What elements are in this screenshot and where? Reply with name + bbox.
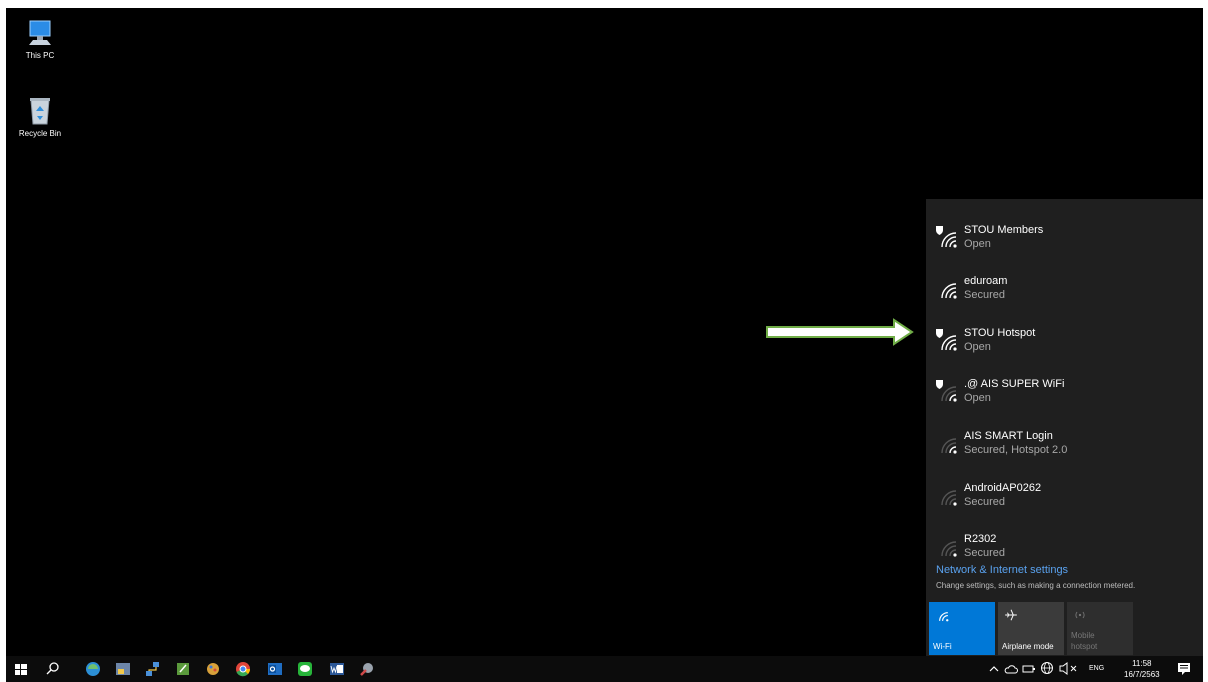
clock[interactable]: 11:58 16/7/2563	[1124, 658, 1160, 680]
wifi-icon	[939, 612, 949, 622]
network-status: Open	[964, 392, 991, 404]
this-pc-desktop-icon[interactable]: This PC	[10, 18, 70, 60]
network-settings-link[interactable]: Network & Internet settings	[936, 564, 1068, 576]
word-icon[interactable]	[328, 660, 346, 678]
network-name: AIS SMART Login	[964, 430, 1053, 442]
network-name: eduroam	[964, 275, 1008, 287]
wifi-secured-icon	[941, 438, 957, 454]
wifi-secured-icon	[941, 283, 957, 299]
network-status: Open	[964, 238, 991, 250]
taskbar: ENG 11:58 16/7/2563	[6, 656, 1203, 682]
wifi-open-shield-icon	[936, 226, 957, 248]
wifi-toggle-button[interactable]: Wi-Fi	[929, 602, 995, 655]
recycle-bin-label: Recycle Bin	[18, 129, 62, 138]
network-status: Secured	[964, 496, 1005, 508]
network-name: STOU Hotspot	[964, 327, 1036, 339]
network-app-icon[interactable]	[144, 660, 162, 678]
line-chat-icon[interactable]	[296, 660, 314, 678]
mobile-hotspot-icon	[1075, 611, 1085, 619]
desktop: This PC Recycle Bin STOU Members Open ed…	[6, 8, 1203, 656]
network-status: Open	[964, 341, 991, 353]
wifi-open-shield-icon	[936, 329, 957, 351]
network-item[interactable]: STOU Hotspot Open	[926, 310, 1203, 360]
network-item[interactable]: AIS SMART Login Secured, Hotspot 2.0	[926, 413, 1203, 463]
battery-icon[interactable]	[1022, 663, 1036, 675]
network-item[interactable]: AndroidAP0262 Secured	[926, 465, 1203, 515]
settings-tool-icon[interactable]	[358, 660, 376, 678]
this-pc-label: This PC	[25, 51, 55, 60]
chrome-icon[interactable]	[234, 660, 252, 678]
recycle-bin-desktop-icon[interactable]: Recycle Bin	[10, 94, 70, 138]
network-item[interactable]: eduroam Secured	[926, 258, 1203, 308]
network-globe-icon[interactable]	[1040, 661, 1054, 675]
network-name: STOU Members	[964, 224, 1044, 236]
clock-time: 11:58	[1132, 659, 1152, 668]
network-name: AndroidAP0262	[964, 482, 1042, 494]
wifi-flyout: STOU Members Open eduroam Secured STOU H…	[926, 199, 1203, 656]
show-hidden-icons-chevron-icon[interactable]	[988, 663, 1000, 675]
wifi-secured-icon	[941, 541, 957, 557]
network-status: Secured	[964, 547, 1005, 559]
notepad-app-icon[interactable]	[174, 660, 192, 678]
volume-muted-icon[interactable]	[1058, 662, 1080, 675]
network-item[interactable]: .@ AIS SUPER WiFi Open	[926, 361, 1203, 411]
recycle-bin-icon	[30, 98, 50, 125]
network-name: .@ AIS SUPER WiFi	[964, 378, 1065, 390]
action-center-notification-icon[interactable]	[1176, 661, 1192, 677]
wifi-toggle-label: Wi-Fi	[933, 642, 952, 651]
onedrive-icon[interactable]	[1004, 663, 1018, 675]
airplane-icon	[1005, 609, 1017, 621]
network-status: Secured	[964, 289, 1005, 301]
airplane-mode-button[interactable]: Airplane mode	[998, 602, 1064, 655]
clock-date: 16/7/2563	[1124, 670, 1160, 679]
airplane-mode-label: Airplane mode	[1002, 642, 1054, 651]
network-name: R2302	[964, 533, 997, 545]
this-pc-icon	[29, 20, 51, 45]
network-settings-description: Change settings, such as making a connec…	[936, 581, 1136, 590]
network-status: Secured, Hotspot 2.0	[964, 444, 1068, 456]
file-explorer-icon[interactable]	[114, 660, 132, 678]
paint-app-icon[interactable]	[204, 660, 222, 678]
network-item[interactable]: R2302 Secured	[926, 516, 1203, 566]
start-windows-icon[interactable]	[12, 660, 30, 678]
input-language-indicator[interactable]: ENG	[1089, 665, 1104, 672]
outlook-icon[interactable]	[266, 660, 284, 678]
mobile-hotspot-label: Mobile hotspot	[1071, 631, 1098, 651]
wifi-open-shield-icon	[936, 380, 957, 402]
wifi-secured-icon	[941, 490, 957, 506]
annotation-arrow	[766, 318, 914, 346]
network-item[interactable]: STOU Members Open	[926, 207, 1203, 257]
browser-globe-icon[interactable]	[84, 660, 102, 678]
search-icon[interactable]	[44, 660, 62, 678]
mobile-hotspot-button: Mobile hotspot	[1067, 602, 1133, 655]
